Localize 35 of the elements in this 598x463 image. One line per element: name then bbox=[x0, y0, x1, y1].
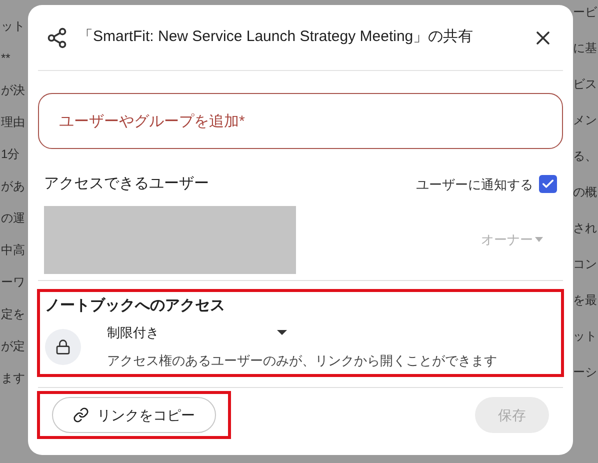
background-text: ビス bbox=[573, 76, 598, 92]
access-description: アクセス権のあるユーザーのみが、リンクから開くことができます bbox=[107, 352, 497, 370]
background-text: ** bbox=[1, 50, 12, 66]
dialog-title: 「SmartFit: New Service Launch Strategy Meeting」の共有 bbox=[78, 27, 474, 48]
notify-checkbox[interactable] bbox=[539, 175, 557, 194]
background-text: ット bbox=[573, 328, 598, 344]
access-dropdown[interactable]: 制限付き bbox=[107, 323, 287, 342]
background-text: に基 bbox=[573, 40, 598, 56]
background-text: る、 bbox=[573, 148, 598, 164]
background-text: メン bbox=[573, 112, 598, 128]
background-text: ービ bbox=[573, 4, 598, 20]
copy-link-button[interactable]: リンクをコピー bbox=[52, 397, 216, 433]
section-heading: ノートブックへのアクセス bbox=[45, 296, 226, 316]
background-text: 理由 bbox=[1, 114, 26, 130]
background-text: 定を bbox=[1, 306, 26, 322]
background-text: の概 bbox=[573, 184, 598, 200]
background-text: ーシ bbox=[573, 364, 598, 380]
background-text: され bbox=[573, 220, 598, 236]
background-text: が決 bbox=[1, 82, 26, 98]
section-heading: アクセスできるユーザー bbox=[44, 174, 209, 194]
background-text: 1分 bbox=[1, 146, 21, 162]
add-people-field[interactable]: ユーザーやグループを追加* bbox=[38, 93, 563, 149]
background-text: コン bbox=[573, 256, 598, 272]
background-text: があ bbox=[1, 178, 26, 194]
background-text: 中高 bbox=[1, 242, 26, 258]
background-text: が定 bbox=[1, 338, 26, 354]
background-text: ーワ bbox=[1, 274, 26, 290]
background-text: を最 bbox=[573, 292, 598, 308]
background-text: ット bbox=[1, 18, 26, 34]
share-icon bbox=[46, 26, 68, 48]
background-text: の運 bbox=[1, 210, 26, 226]
background-text: ます bbox=[1, 370, 26, 386]
checkbox-label: ユーザーに通知する bbox=[416, 176, 533, 194]
lock-icon bbox=[45, 328, 81, 364]
link-icon bbox=[73, 407, 89, 423]
